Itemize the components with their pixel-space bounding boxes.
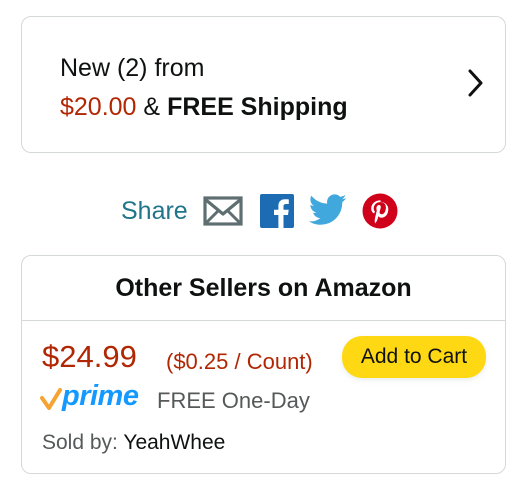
other-sellers-card: Other Sellers on Amazon $24.99 ($0.25 / … — [21, 255, 506, 474]
other-sellers-title: Other Sellers on Amazon — [22, 256, 505, 321]
seller-name: YeahWhee — [123, 431, 226, 454]
chevron-right-icon[interactable] — [468, 69, 484, 97]
add-to-cart-button[interactable]: Add to Cart — [342, 336, 486, 378]
seller-unit-price: ($0.25 / Count) — [166, 349, 313, 374]
pinterest-icon[interactable] — [362, 193, 398, 229]
share-label: Share — [121, 197, 188, 225]
twitter-icon[interactable] — [309, 194, 347, 226]
facebook-icon[interactable] — [260, 194, 294, 228]
prime-check-icon — [40, 388, 62, 410]
new-offers-card[interactable]: New (2) from $20.00 & FREE Shipping — [21, 16, 506, 153]
new-offers-price-line: $20.00 & FREE Shipping — [60, 91, 348, 123]
new-offers-label: New (2) from — [60, 54, 205, 82]
email-icon[interactable] — [203, 196, 243, 226]
free-shipping-label: FREE Shipping — [167, 93, 348, 121]
seller-price: $24.99 — [42, 339, 137, 374]
prime-label: prime — [62, 380, 139, 412]
prime-logo: prime — [40, 380, 150, 416]
delivery-text: FREE One-Day — [157, 388, 310, 413]
sold-by: Sold by: YeahWhee — [42, 429, 225, 457]
new-offers-price: $20.00 — [60, 93, 137, 121]
sold-by-label: Sold by: — [42, 431, 118, 454]
new-offers-amp: & — [143, 93, 161, 121]
